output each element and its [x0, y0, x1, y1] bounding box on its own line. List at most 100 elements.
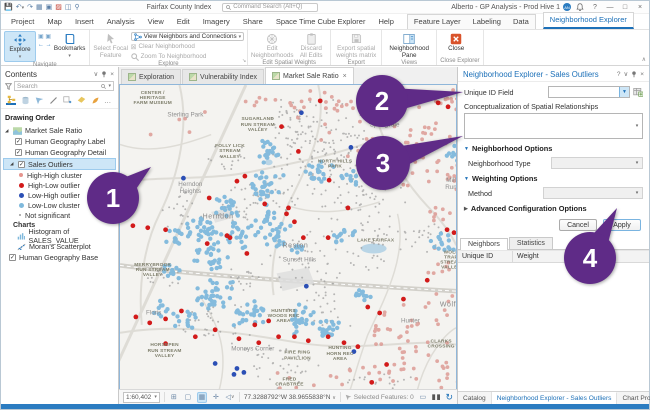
tab-data[interactable]: Data — [507, 15, 535, 29]
layer-checkbox[interactable]: ✓ — [18, 161, 25, 168]
bottom-tab-catalog[interactable]: Catalog — [458, 392, 492, 404]
tab-map[interactable]: Map — [41, 15, 68, 29]
tab-edit[interactable]: Edit — [171, 15, 196, 29]
add-field-icon[interactable] — [633, 87, 643, 97]
save-icon[interactable]: 💾 — [4, 4, 13, 11]
layer-human-geography-base[interactable]: ✓ Human Geography Base — [3, 252, 116, 263]
conceptualization-select[interactable]: ▾ — [464, 113, 643, 139]
layer-human-geography-detail[interactable]: ✓ Human Geography Detail — [3, 147, 116, 158]
map-tab-exploration[interactable]: Exploration — [121, 69, 181, 84]
bottom-tab-neighborhood-explorer-sales-outliers[interactable]: Neighborhood Explorer - Sales Outliers — [492, 392, 618, 404]
ribbon-collapse-icon[interactable]: ∧ — [642, 56, 646, 63]
tab-imagery[interactable]: Imagery — [197, 15, 236, 29]
layer-human-geography-label[interactable]: ✓ Human Geography Label — [3, 136, 116, 147]
neighborhood-options-header[interactable]: ▼ Neighborhood Options — [464, 144, 643, 153]
unique-id-field-select[interactable]: ▼ — [548, 86, 630, 98]
explore-button[interactable]: Explore ▾ — [4, 31, 36, 62]
close-tab-icon[interactable]: × — [343, 73, 347, 80]
pane-menu-icon[interactable]: ∨ — [623, 70, 628, 78]
tab-neighbors[interactable]: Neighbors — [460, 238, 508, 250]
close-window-button[interactable]: × — [634, 4, 646, 11]
map-coordinates[interactable]: 77.3288792°W 38.9655838°N ∨ — [244, 394, 336, 401]
tab-view[interactable]: View — [142, 15, 170, 29]
avatar[interactable]: AN — [563, 3, 571, 11]
view-neighbors-and-connections-button[interactable]: View Neighbors and Connections ▾ — [131, 32, 245, 41]
neighborhood-type-select[interactable]: ▾ — [551, 157, 643, 169]
close-explorer-button[interactable]: Close — [440, 31, 472, 54]
list-by-selection-icon[interactable] — [34, 95, 44, 105]
export-spatial-weights-button[interactable]: Export spatial weights matrix — [334, 31, 378, 60]
explore-group-dialog-launcher[interactable]: ↘ — [242, 58, 246, 64]
method-select[interactable]: ▾ — [543, 187, 643, 199]
toolbox-icon[interactable]: ▨ — [55, 4, 62, 11]
contents-menu-icon[interactable]: ∨ — [93, 70, 98, 78]
tab-help[interactable]: Help — [372, 15, 399, 29]
map-tab-vulnerability-index[interactable]: Vulnerability Index — [182, 69, 264, 84]
neighborhood-pane-button[interactable]: Neighborhood Pane — [385, 31, 433, 60]
discard-all-edits-button[interactable]: Discard All Edits — [295, 31, 327, 60]
undo-icon[interactable]: ↶▾ — [16, 4, 24, 11]
audio-icon[interactable]: ◁∨ — [225, 392, 235, 403]
list-by-data-source-icon[interactable] — [20, 95, 30, 105]
layer-sales-outliers[interactable]: ◢ ✓ Sales Outliers — [3, 158, 116, 170]
maximize-button[interactable]: □ — [619, 4, 631, 11]
select-rectangle-icon[interactable]: ▢ — [183, 392, 193, 403]
advanced-configuration-header[interactable]: ▶ Advanced Configuration Options — [464, 204, 643, 213]
refresh-icon[interactable]: ↻ — [445, 392, 453, 403]
locate-icon[interactable]: ⚲ — [74, 4, 79, 11]
tab-labeling[interactable]: Labeling — [467, 15, 507, 29]
previous-extent-icon[interactable]: ← → — [38, 42, 52, 48]
add-feature-icon[interactable]: ⊞ — [169, 392, 179, 403]
list-by-charts-icon[interactable] — [90, 95, 100, 105]
map-tab-market-sale-ratio[interactable]: Market Sale Ratio× — [265, 67, 354, 84]
tab-insert[interactable]: Insert — [69, 15, 100, 29]
contents-toolbar-more-icon[interactable]: … — [104, 96, 111, 105]
overview-frame-icon[interactable]: ▭ — [418, 392, 428, 403]
tab-share[interactable]: Share — [237, 15, 269, 29]
notifications-icon[interactable] — [574, 3, 586, 11]
list-by-drawing-order-icon[interactable] — [6, 95, 16, 105]
apply-button[interactable]: Apply — [603, 219, 641, 231]
expander-icon[interactable]: ◢ — [5, 128, 10, 134]
edit-neighborhoods-button[interactable]: Edit Neighborhoods — [251, 31, 293, 60]
list-by-snapping-icon[interactable] — [62, 95, 72, 105]
redo-icon[interactable]: ↷ — [27, 4, 33, 11]
help-icon[interactable]: ? — [589, 4, 601, 11]
list-by-labeling-icon[interactable] — [76, 95, 86, 105]
map-node[interactable]: ◢ Market Sale Ratio — [3, 125, 116, 136]
layer-checkbox[interactable]: ✓ — [9, 254, 16, 261]
bottom-tab-chart-properties[interactable]: Chart Properties — [617, 392, 650, 404]
tab-feature-layer[interactable]: Feature Layer — [408, 15, 467, 29]
chart-item-histogram[interactable]: Histogram of SALES_VALUE — [3, 230, 116, 241]
tab-project[interactable]: Project — [5, 15, 40, 29]
weighting-options-header[interactable]: ▼ Weighting Options — [464, 174, 643, 183]
layer-checkbox[interactable]: ✓ — [15, 138, 22, 145]
pause-drawing-icon[interactable]: ▮▮ — [432, 393, 442, 401]
filter-icon[interactable] — [5, 83, 12, 90]
clear-neighborhood-button[interactable]: ⊠ Clear Neighborhood — [131, 42, 245, 51]
minimize-button[interactable]: — — [604, 4, 616, 11]
column-unique-id[interactable]: Unique ID — [458, 251, 513, 262]
add-data-icon[interactable]: ▣ — [46, 4, 53, 11]
map-canvas[interactable]: CENTER / HERITAGE FARM MUSEUMSterling Pa… — [119, 84, 457, 389]
cancel-button[interactable]: Cancel — [559, 219, 597, 231]
list-by-editing-icon[interactable] — [48, 95, 58, 105]
contents-close-icon[interactable]: × — [110, 71, 114, 78]
tab-analysis[interactable]: Analysis — [101, 15, 141, 29]
project-icon[interactable]: ▦ — [36, 4, 43, 11]
tab-statistics[interactable]: Statistics — [509, 237, 553, 249]
tab-space-time-cube-explorer[interactable]: Space Time Cube Explorer — [270, 15, 372, 29]
contents-search-input[interactable]: Search ▾ — [14, 81, 114, 91]
fixed-zoom-in-icon[interactable]: ▣ ▣ — [38, 33, 52, 40]
tab-neighborhood-explorer[interactable]: Neighborhood Explorer — [543, 12, 634, 29]
pane-help-icon[interactable]: ? — [617, 71, 621, 78]
basemap-toggle-icon[interactable]: ▦ — [197, 392, 207, 403]
layer-checkbox[interactable]: ✓ — [15, 149, 22, 156]
select-focal-feature-button[interactable]: Select Focal Feature — [93, 31, 129, 60]
bookmarks-button[interactable]: Bookmarks ▾ — [54, 31, 86, 60]
contents-pin-icon[interactable] — [101, 71, 107, 78]
expander-icon[interactable]: ◢ — [10, 161, 15, 167]
column-weight[interactable]: Weight — [513, 251, 568, 262]
pane-pin-icon[interactable] — [631, 71, 637, 78]
zoom-to-neighborhood-button[interactable]: Zoom To Neighborhood — [131, 52, 245, 61]
